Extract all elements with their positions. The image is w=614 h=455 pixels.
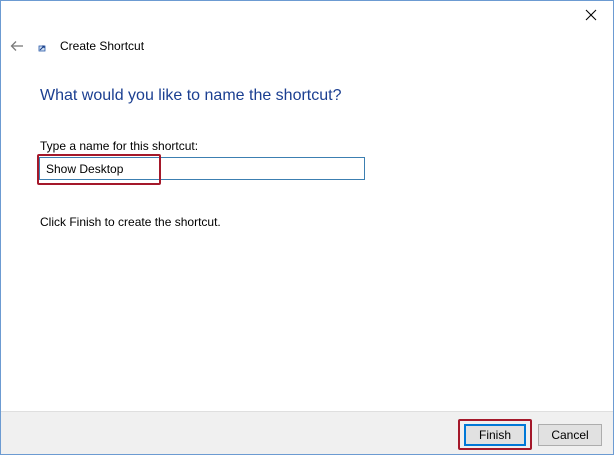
close-button[interactable] xyxy=(577,3,605,27)
shortcut-icon xyxy=(38,45,46,52)
dialog-footer: Finish Cancel xyxy=(1,411,613,454)
create-shortcut-dialog: Create Shortcut What would you like to n… xyxy=(0,0,614,455)
back-arrow-icon xyxy=(10,41,23,51)
cancel-button[interactable]: Cancel xyxy=(538,424,602,446)
finish-button[interactable]: Finish xyxy=(464,424,526,446)
shortcut-name-input[interactable] xyxy=(39,157,365,180)
finish-hint-text: Click Finish to create the shortcut. xyxy=(40,215,221,229)
page-heading: What would you like to name the shortcut… xyxy=(40,87,342,104)
close-icon xyxy=(585,9,597,21)
back-button[interactable] xyxy=(7,36,27,56)
dialog-title: Create Shortcut xyxy=(60,39,145,53)
shortcut-name-label: Type a name for this shortcut: xyxy=(40,139,199,153)
